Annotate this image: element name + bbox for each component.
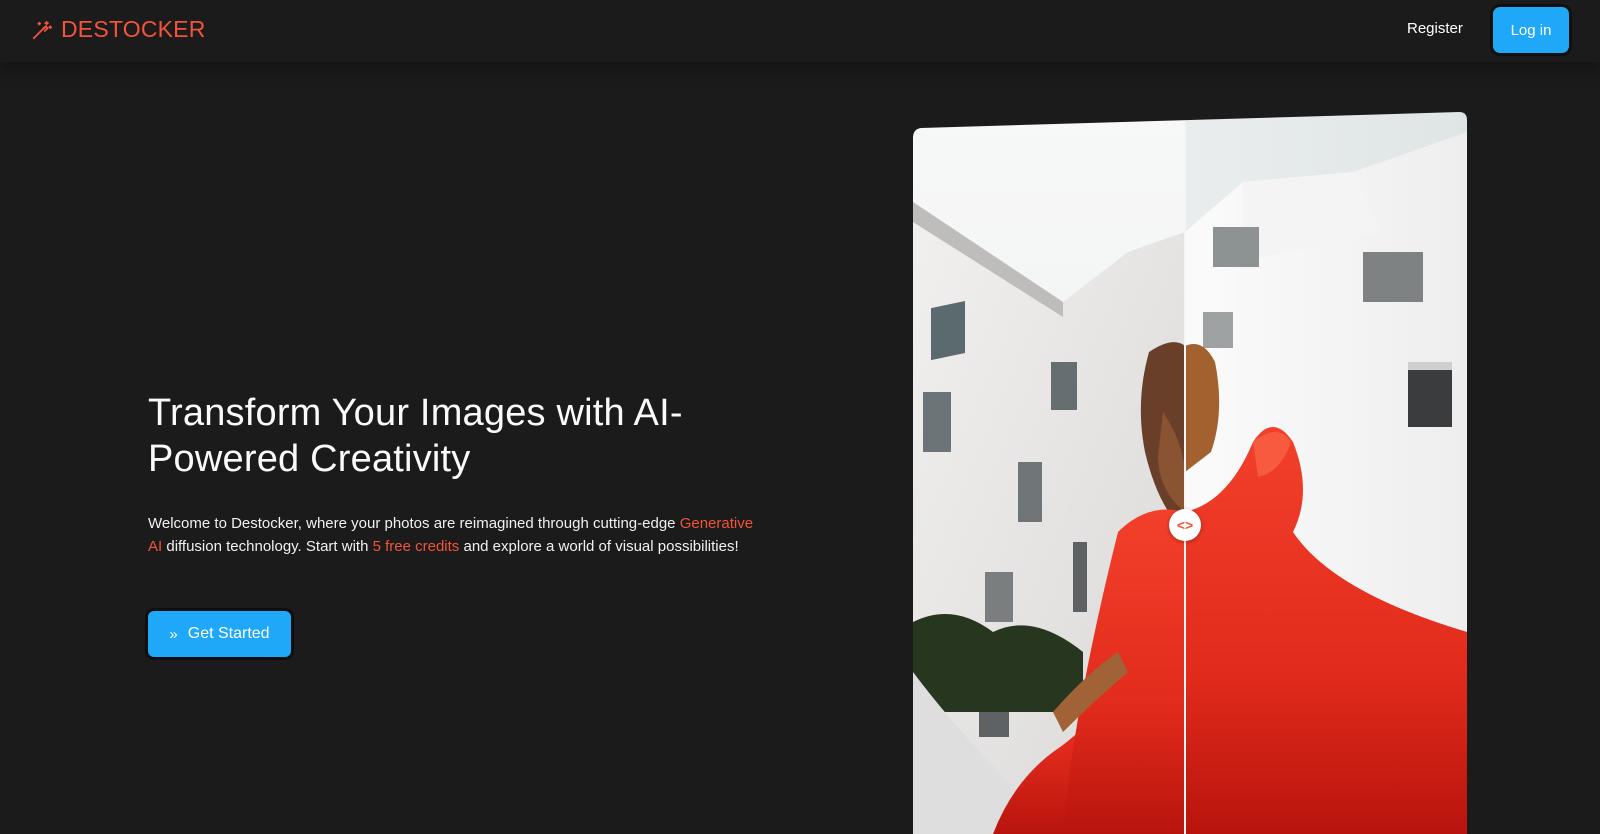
hero-desc-text-3: and explore a world of visual possibilit… — [459, 538, 739, 555]
code-arrows-icon[interactable]: <> — [1169, 509, 1201, 541]
hero-desc-text-2: diffusion technology. Start with — [162, 538, 373, 555]
free-credits-highlight: 5 free credits — [372, 538, 460, 555]
magic-wand-icon — [32, 20, 53, 39]
comparison-divider[interactable] — [1184, 122, 1186, 834]
register-link[interactable]: Register — [1407, 20, 1463, 37]
get-started-label: Get Started — [187, 625, 270, 642]
top-nav: DESTOCKER Register Log in — [0, 0, 1600, 62]
get-started-button[interactable]: » Get Started — [148, 611, 291, 657]
login-button[interactable]: Log in — [1493, 7, 1569, 53]
page: DESTOCKER Register Log in Transform Your… — [0, 0, 1600, 834]
hero-title: Transform Your Images with AI-Powered Cr… — [148, 392, 683, 480]
before-after-comparison[interactable]: <> — [913, 112, 1467, 834]
logo[interactable]: DESTOCKER — [31, 16, 206, 43]
double-chevron-right-icon: » — [169, 625, 178, 643]
hero-desc-text-1: Welcome to Destocker, where your photos … — [148, 515, 680, 532]
brand-name: DESTOCKER — [61, 16, 206, 42]
hero-description: Welcome to Destocker, where your photos … — [148, 512, 758, 558]
comparison-image — [913, 112, 1467, 834]
